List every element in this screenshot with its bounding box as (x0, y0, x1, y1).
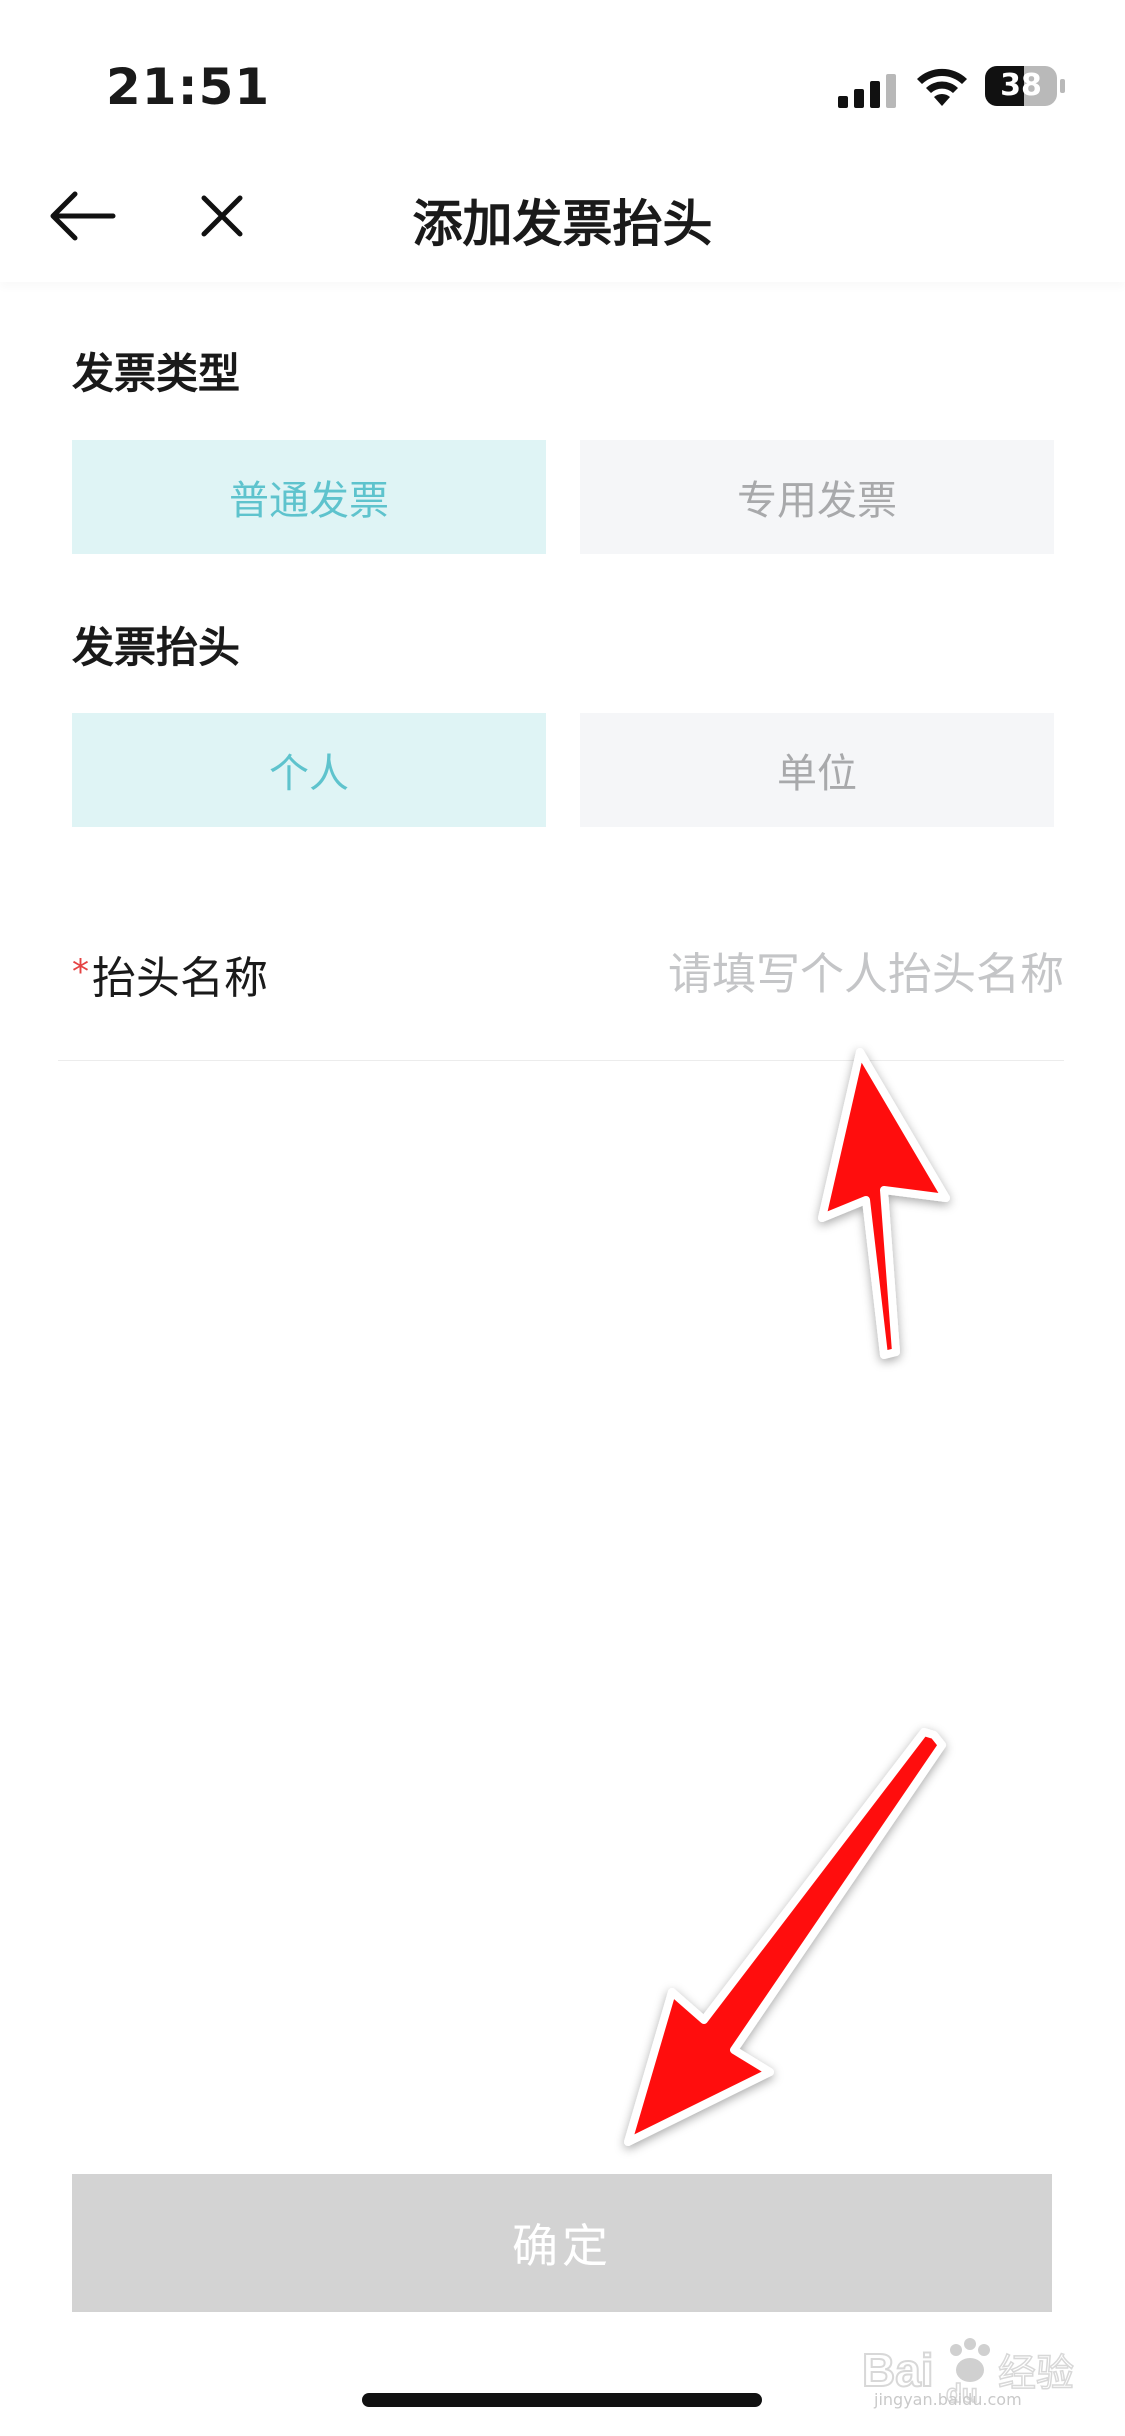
watermark-url: jingyan.baidu.com (874, 2390, 1022, 2409)
cellular-signal-icon (838, 74, 896, 108)
wifi-icon (917, 68, 967, 106)
header-name-input[interactable] (560, 940, 1064, 1008)
required-mark: * (72, 952, 89, 992)
invoice-header-personal-option[interactable]: 个人 (72, 713, 546, 827)
battery-icon: 38 (984, 64, 1066, 108)
battery-level: 38 (1000, 68, 1042, 103)
header-name-label: 抬头名称 (92, 953, 268, 1004)
invoice-header-title: 发票抬头 (72, 623, 241, 672)
annotation-arrow-down (624, 1728, 946, 2146)
invoice-type-title: 发票类型 (72, 349, 241, 398)
page-title: 添加发票抬头 (412, 195, 713, 253)
invoice-type-normal-option[interactable]: 普通发票 (72, 440, 546, 554)
svg-text:经验: 经验 (998, 2351, 1074, 2395)
svg-text:Bai: Bai (862, 2344, 934, 2396)
annotation-arrow-up (818, 1048, 950, 1359)
confirm-button[interactable]: 确定 (72, 2174, 1052, 2312)
invoice-header-company-option[interactable]: 单位 (580, 713, 1054, 827)
status-time: 21:51 (106, 58, 271, 116)
invoice-type-special-option[interactable]: 专用发票 (580, 440, 1054, 554)
home-indicator[interactable] (362, 2393, 762, 2407)
